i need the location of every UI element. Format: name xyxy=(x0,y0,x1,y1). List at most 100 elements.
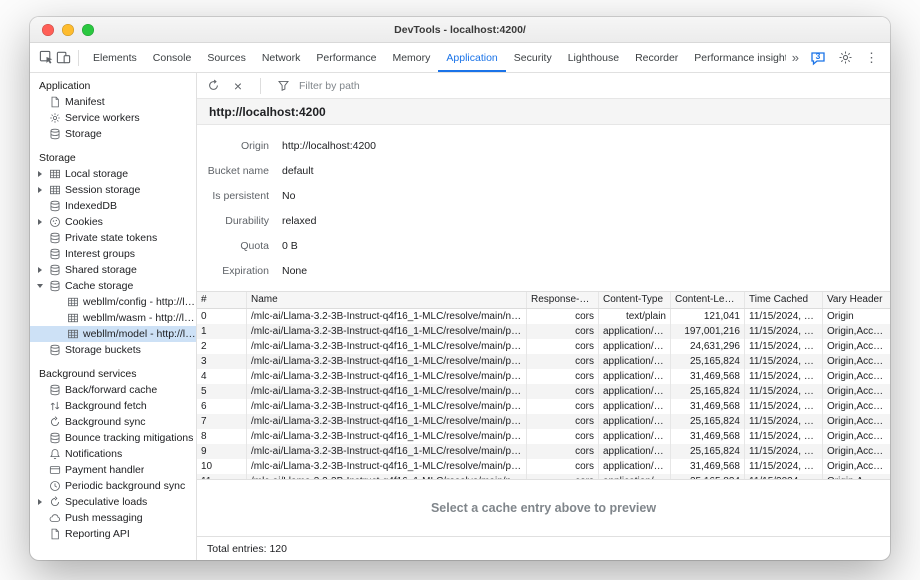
column-header-name[interactable]: Name xyxy=(247,292,527,308)
origin-section-header[interactable]: http://localhost:4200 xyxy=(197,99,890,125)
tab-console[interactable]: Console xyxy=(145,43,200,72)
issues-badge[interactable]: 3 xyxy=(810,50,826,66)
chevron-right-icon[interactable] xyxy=(35,171,45,177)
gear-icon xyxy=(49,112,61,124)
device-toolbar-icon[interactable] xyxy=(55,49,72,66)
tab-sources[interactable]: Sources xyxy=(199,43,254,72)
tab-performance-insights[interactable]: Performance insights xyxy=(686,43,785,72)
menu-dots-icon[interactable]: ⋮ xyxy=(865,50,878,66)
settings-gear-icon[interactable] xyxy=(837,49,854,66)
sidebar-item-cookies[interactable]: Cookies xyxy=(30,214,196,230)
sidebar-item-shared-storage[interactable]: Shared storage xyxy=(30,262,196,278)
column-header-index[interactable]: # xyxy=(197,292,247,308)
toolbar-divider xyxy=(78,50,79,66)
refresh-button[interactable] xyxy=(204,77,222,95)
sidebar-item-local-storage[interactable]: Local storage xyxy=(30,166,196,182)
tab-memory[interactable]: Memory xyxy=(384,43,438,72)
sidebar-item-service-workers[interactable]: Service workers xyxy=(30,110,196,126)
cell-response-type: cors xyxy=(527,459,599,474)
up-down-arrows-icon xyxy=(49,400,61,412)
sidebar-item-manifest[interactable]: Manifest xyxy=(30,94,196,110)
cell-vary-header: Origin,Access… xyxy=(823,324,890,339)
tab-recorder[interactable]: Recorder xyxy=(627,43,686,72)
table-row[interactable]: 0 /mlc-ai/Llama-3.2-3B-Instruct-q4f16_1-… xyxy=(197,309,890,324)
column-header-content-length[interactable]: Content-Length xyxy=(671,292,745,308)
column-header-response-type[interactable]: Response-Type xyxy=(527,292,599,308)
table-row[interactable]: 5 /mlc-ai/Llama-3.2-3B-Instruct-q4f16_1-… xyxy=(197,384,890,399)
tab-performance[interactable]: Performance xyxy=(308,43,384,72)
tab-security[interactable]: Security xyxy=(506,43,560,72)
cell-time-cached: 11/15/2024, 10… xyxy=(745,384,823,399)
minimize-window-button[interactable] xyxy=(62,24,74,36)
close-window-button[interactable] xyxy=(42,24,54,36)
cell-index: 1 xyxy=(197,324,247,339)
table-row[interactable]: 6 /mlc-ai/Llama-3.2-3B-Instruct-q4f16_1-… xyxy=(197,399,890,414)
table-row[interactable]: 10 /mlc-ai/Llama-3.2-3B-Instruct-q4f16_1… xyxy=(197,459,890,474)
sidebar-item-background-fetch[interactable]: Background fetch xyxy=(30,398,196,414)
table-icon xyxy=(49,184,61,196)
cell-index: 0 xyxy=(197,309,247,324)
chevron-down-icon[interactable] xyxy=(35,284,45,288)
more-tabs-button[interactable]: » xyxy=(792,50,799,65)
table-row[interactable]: 1 /mlc-ai/Llama-3.2-3B-Instruct-q4f16_1-… xyxy=(197,324,890,339)
cell-index: 3 xyxy=(197,354,247,369)
sidebar-item-bounce-tracking-mitigations[interactable]: Bounce tracking mitigations xyxy=(30,430,196,446)
chevron-right-icon[interactable] xyxy=(35,267,45,273)
column-header-vary-header[interactable]: Vary Header xyxy=(823,292,890,308)
sidebar-item-payment-handler[interactable]: Payment handler xyxy=(30,462,196,478)
meta-label: Is persistent xyxy=(197,190,269,202)
chevron-right-icon[interactable] xyxy=(35,219,45,225)
devtools-tabbar: Elements Console Sources Network Perform… xyxy=(30,43,890,73)
sidebar-item-private-state-tokens[interactable]: Private state tokens xyxy=(30,230,196,246)
table-row[interactable]: 7 /mlc-ai/Llama-3.2-3B-Instruct-q4f16_1-… xyxy=(197,414,890,429)
cell-vary-header: Origin,Access… xyxy=(823,339,890,354)
sidebar-item-back-forward-cache[interactable]: Back/forward cache xyxy=(30,382,196,398)
table-row[interactable]: 3 /mlc-ai/Llama-3.2-3B-Instruct-q4f16_1-… xyxy=(197,354,890,369)
panel-tabs: Elements Console Sources Network Perform… xyxy=(85,43,786,72)
sidebar-item-cache-webllm-wasm[interactable]: webllm/wasm - http://loca… xyxy=(30,310,196,326)
sidebar-item-storage-buckets[interactable]: Storage buckets xyxy=(30,342,196,358)
cell-time-cached: 11/15/2024, 10… xyxy=(745,414,823,429)
sidebar-item-push-messaging[interactable]: Push messaging xyxy=(30,510,196,526)
tab-elements[interactable]: Elements xyxy=(85,43,145,72)
table-row[interactable]: 9 /mlc-ai/Llama-3.2-3B-Instruct-q4f16_1-… xyxy=(197,444,890,459)
sidebar-item-storage[interactable]: Storage xyxy=(30,126,196,142)
cell-index: 2 xyxy=(197,339,247,354)
chevron-right-icon[interactable] xyxy=(35,187,45,193)
sidebar-item-speculative-loads[interactable]: Speculative loads xyxy=(30,494,196,510)
cell-content-type: text/plain xyxy=(599,309,671,324)
sidebar-item-indexeddb[interactable]: IndexedDB xyxy=(30,198,196,214)
column-header-content-type[interactable]: Content-Type xyxy=(599,292,671,308)
chevron-right-icon[interactable] xyxy=(35,499,45,505)
filter-by-path-input[interactable] xyxy=(299,80,499,92)
sidebar-item-notifications[interactable]: Notifications xyxy=(30,446,196,462)
cell-vary-header: Origin,Access… xyxy=(823,399,890,414)
table-row[interactable]: 2 /mlc-ai/Llama-3.2-3B-Instruct-q4f16_1-… xyxy=(197,339,890,354)
tab-lighthouse[interactable]: Lighthouse xyxy=(560,43,627,72)
delete-selected-button[interactable]: × xyxy=(229,77,247,95)
table-row[interactable]: 8 /mlc-ai/Llama-3.2-3B-Instruct-q4f16_1-… xyxy=(197,429,890,444)
cell-response-type: cors xyxy=(527,324,599,339)
tab-application[interactable]: Application xyxy=(438,43,505,72)
sidebar-item-background-sync[interactable]: Background sync xyxy=(30,414,196,430)
cache-table-body: 0 /mlc-ai/Llama-3.2-3B-Instruct-q4f16_1-… xyxy=(197,309,890,479)
table-icon xyxy=(49,168,61,180)
sidebar-item-interest-groups[interactable]: Interest groups xyxy=(30,246,196,262)
sidebar-item-reporting-api[interactable]: Reporting API xyxy=(30,526,196,542)
cell-response-type: cors xyxy=(527,444,599,459)
cell-time-cached: 11/15/2024, 10… xyxy=(745,339,823,354)
zoom-window-button[interactable] xyxy=(82,24,94,36)
inspect-icon[interactable] xyxy=(38,49,55,66)
table-row[interactable]: 4 /mlc-ai/Llama-3.2-3B-Instruct-q4f16_1-… xyxy=(197,369,890,384)
tab-network[interactable]: Network xyxy=(254,43,309,72)
sidebar-item-session-storage[interactable]: Session storage xyxy=(30,182,196,198)
cell-name: /mlc-ai/Llama-3.2-3B-Instruct-q4f16_1-ML… xyxy=(247,324,527,339)
sidebar-item-periodic-background-sync[interactable]: Periodic background sync xyxy=(30,478,196,494)
sidebar-item-cache-webllm-config[interactable]: webllm/config - http://loc… xyxy=(30,294,196,310)
cloud-icon xyxy=(49,512,61,524)
cookie-icon xyxy=(49,216,61,228)
column-header-time-cached[interactable]: Time Cached xyxy=(745,292,823,308)
sidebar-item-cache-webllm-model[interactable]: webllm/model - http://loc… xyxy=(30,326,196,342)
tabbar-right-controls: » 3 ⋮ xyxy=(786,49,890,66)
sidebar-item-cache-storage[interactable]: Cache storage xyxy=(30,278,196,294)
